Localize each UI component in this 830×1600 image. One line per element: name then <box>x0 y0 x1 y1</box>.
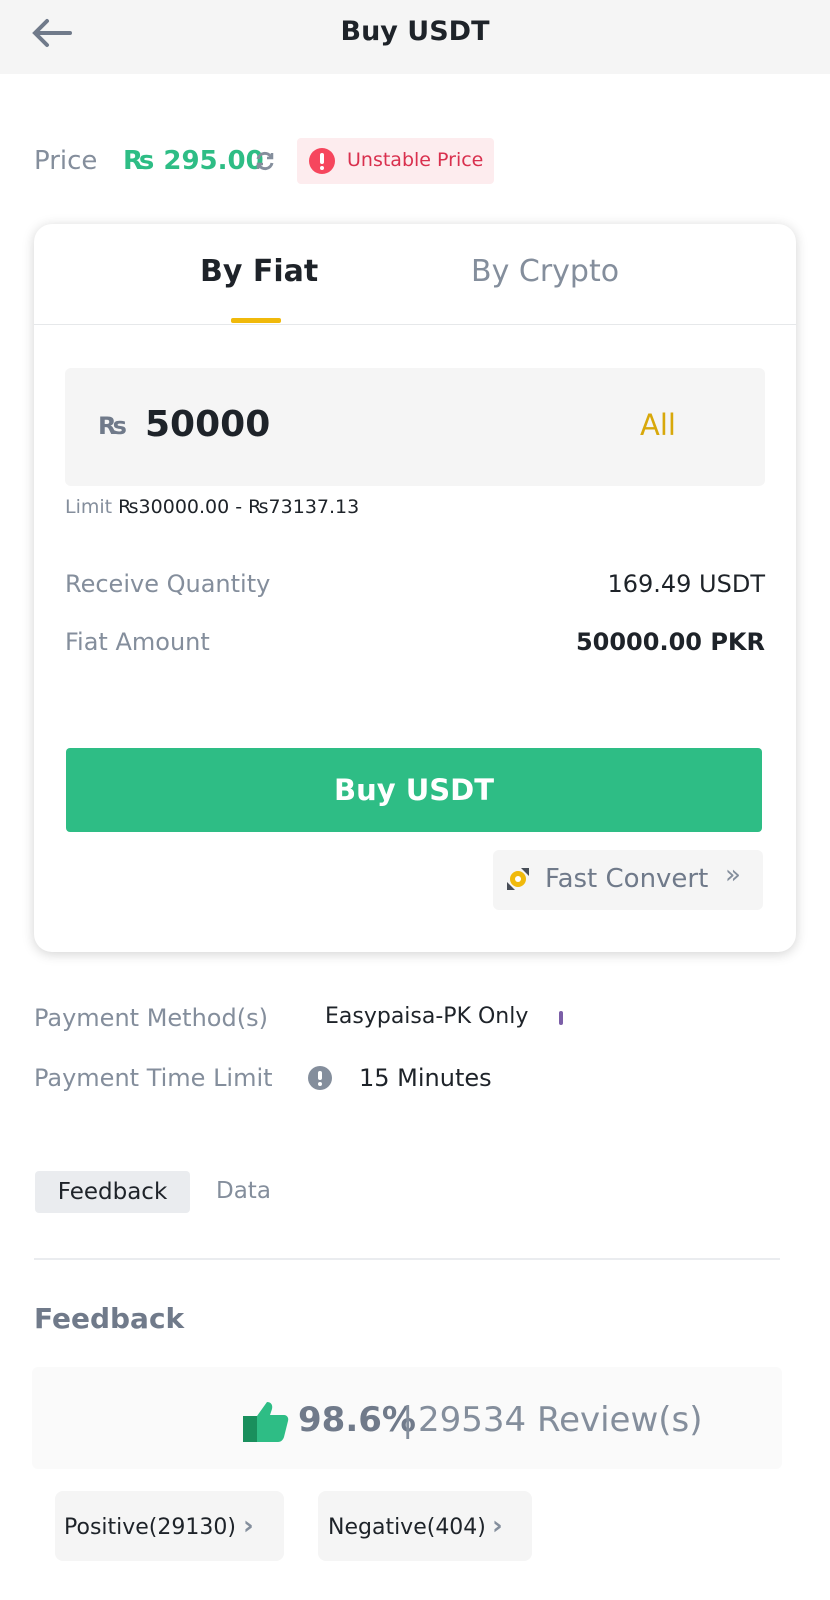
alert-icon <box>309 148 335 174</box>
all-button[interactable]: All <box>640 408 676 442</box>
fiat-value: 50000.00 PKR <box>575 628 765 656</box>
positive-label: Positive(29130) <box>64 1515 236 1540</box>
convert-icon <box>507 868 529 890</box>
active-tab-indicator <box>231 318 281 323</box>
negative-label: Negative(404) <box>328 1515 486 1540</box>
limit-label: Limit <box>65 496 113 518</box>
buy-usdt-button[interactable]: Buy USDT <box>66 748 762 832</box>
unstable-price-badge: Unstable Price <box>297 138 494 184</box>
double-chevron-icon: » <box>725 860 741 890</box>
review-count: 29534 Review(s) <box>418 1400 703 1440</box>
currency-symbol: ₨ <box>98 412 127 440</box>
info-icon[interactable] <box>308 1066 332 1090</box>
amount-input[interactable]: ₨ 50000 All <box>65 368 765 486</box>
payment-method-value: Easypaisa-PK Only <box>325 1004 529 1029</box>
divider <box>34 324 796 325</box>
refresh-icon[interactable] <box>254 150 276 172</box>
header-bar: Buy USDT <box>0 0 830 74</box>
payment-time-label: Payment Time Limit <box>34 1064 273 1092</box>
divider <box>34 1258 780 1260</box>
tab-feedback[interactable]: Feedback <box>35 1171 190 1213</box>
chevron-right-icon: › <box>492 1511 503 1541</box>
page-title: Buy USDT <box>340 16 490 47</box>
order-card: By Fiat By Crypto ₨ 50000 All Limit ₨300… <box>34 224 796 952</box>
fast-convert-label: Fast Convert <box>545 864 709 894</box>
payment-color-marker <box>559 1011 563 1025</box>
negative-feedback-button[interactable]: Negative(404) › <box>318 1491 532 1561</box>
price-value: ₨ 295.00 <box>123 146 264 176</box>
positive-feedback-button[interactable]: Positive(29130) › <box>55 1491 284 1561</box>
fast-convert-button[interactable]: Fast Convert » <box>493 850 763 910</box>
chevron-right-icon: › <box>243 1511 254 1541</box>
payment-time-value: 15 Minutes <box>359 1064 492 1092</box>
tab-by-crypto[interactable]: By Crypto <box>471 254 619 289</box>
positive-rate: 98.6% <box>298 1400 416 1440</box>
badge-text: Unstable Price <box>347 149 484 171</box>
limit-row: Limit ₨30000.00 - ₨73137.13 <box>65 496 359 518</box>
feedback-title: Feedback <box>34 1302 185 1335</box>
amount-value[interactable]: 50000 <box>145 404 270 445</box>
fiat-label: Fiat Amount <box>65 628 210 656</box>
limit-value: ₨30000.00 - ₨73137.13 <box>118 496 360 518</box>
tab-data[interactable]: Data <box>216 1178 271 1204</box>
separator: | <box>402 1400 414 1440</box>
receive-value: 169.49 USDT <box>607 570 765 598</box>
price-label: Price <box>34 146 98 176</box>
tab-by-fiat[interactable]: By Fiat <box>200 254 318 289</box>
thumbs-up-icon <box>243 1402 289 1442</box>
receive-label: Receive Quantity <box>65 570 271 598</box>
feedback-summary: 98.6% | 29534 Review(s) <box>32 1367 782 1469</box>
payment-method-label: Payment Method(s) <box>34 1004 268 1032</box>
